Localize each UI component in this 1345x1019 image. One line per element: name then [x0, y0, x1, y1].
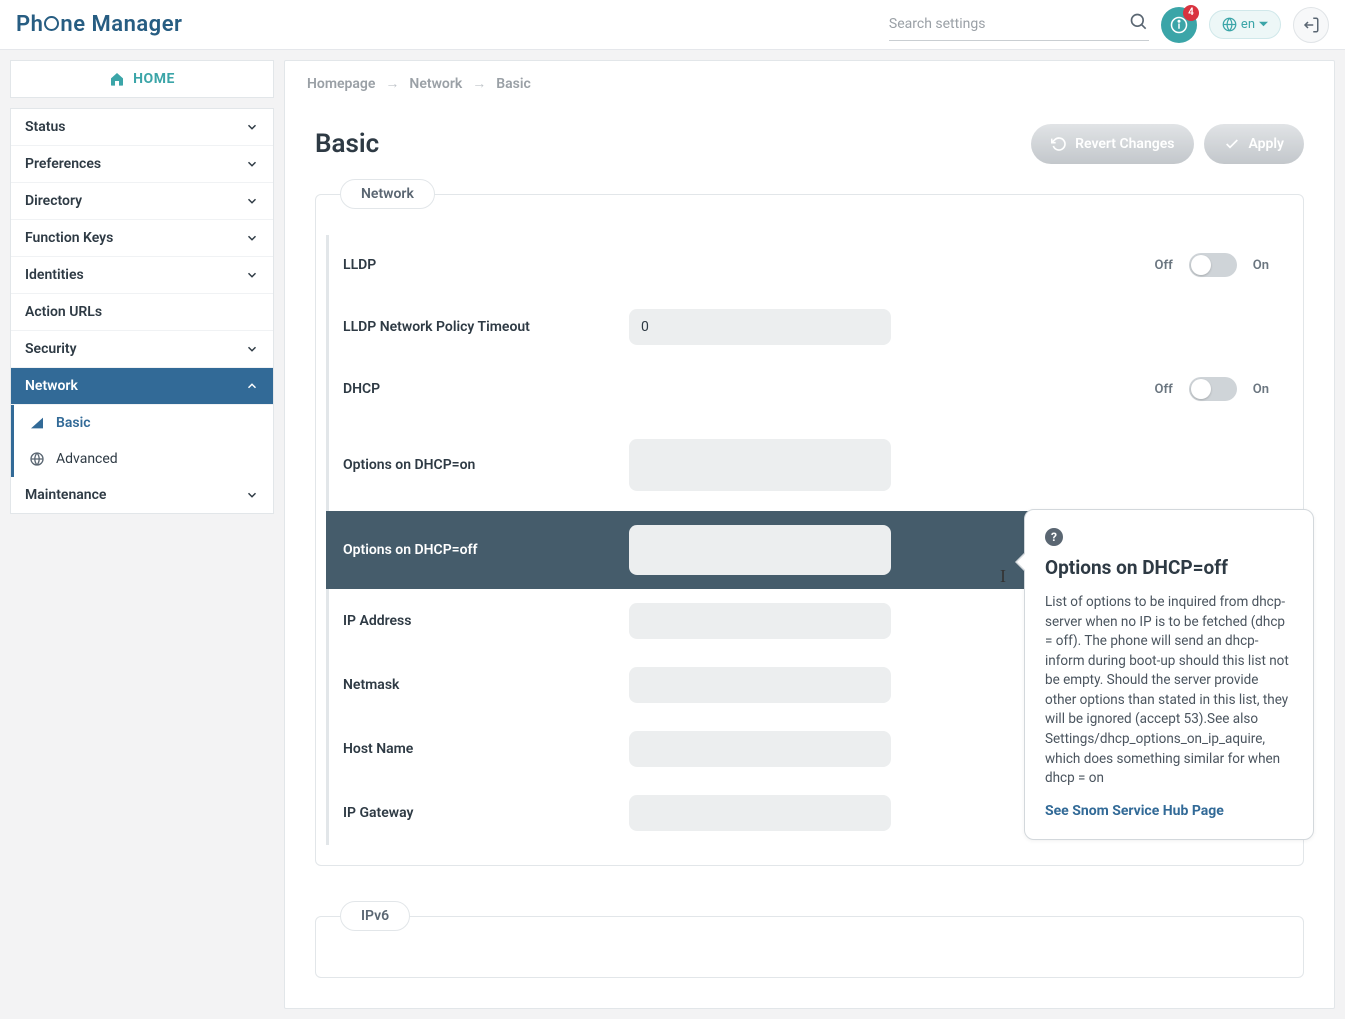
ip-gateway-input[interactable]: [629, 795, 891, 831]
chevron-down-icon: [1259, 20, 1268, 29]
ip-address-input[interactable]: [629, 603, 891, 639]
tooltip-title: Options on DHCP=off: [1045, 556, 1293, 579]
ip-address-label: IP Address: [329, 613, 629, 629]
chevron-down-icon: [245, 488, 259, 502]
dhcp-label: DHCP: [329, 381, 629, 397]
help-icon: ?: [1045, 528, 1063, 546]
chevron-down-icon: [245, 120, 259, 134]
options-dhcp-on-label: Options on DHCP=on: [329, 457, 629, 473]
sidebar-item-function-keys[interactable]: Function Keys: [11, 220, 273, 257]
breadcrumb-homepage[interactable]: Homepage: [307, 76, 375, 92]
netmask-label: Netmask: [329, 677, 629, 693]
hostname-label: Host Name: [329, 741, 629, 757]
check-icon: [1224, 136, 1240, 152]
sidebar-item-network[interactable]: Network: [11, 368, 273, 405]
options-dhcp-off-label: Options on DHCP=off: [329, 542, 629, 558]
logout-button[interactable]: [1293, 7, 1329, 43]
sidebar-item-action-urls[interactable]: Action URLs: [11, 294, 273, 331]
sidebar-subitem-advanced[interactable]: Advanced: [14, 441, 273, 477]
revert-changes-button[interactable]: Revert Changes: [1031, 124, 1194, 164]
sidebar-item-preferences[interactable]: Preferences: [11, 146, 273, 183]
search-icon[interactable]: [1129, 12, 1149, 36]
search-field[interactable]: [889, 8, 1149, 41]
panel-legend-ipv6: IPv6: [340, 901, 410, 931]
arrow-right-icon: →: [385, 75, 399, 92]
page-title: Basic: [315, 129, 379, 159]
search-input[interactable]: [889, 16, 1129, 32]
sidebar-item-status[interactable]: Status: [11, 109, 273, 146]
chevron-down-icon: [245, 194, 259, 208]
dhcp-on-label: On: [1253, 382, 1269, 397]
lldp-toggle[interactable]: [1189, 253, 1237, 277]
ip-gateway-label: IP Gateway: [329, 805, 629, 821]
apply-button[interactable]: Apply: [1204, 124, 1304, 164]
lldp-off-label: Off: [1155, 258, 1173, 273]
sidebar-item-identities[interactable]: Identities: [11, 257, 273, 294]
netmask-input[interactable]: [629, 667, 891, 703]
arrow-right-icon: →: [472, 75, 486, 92]
chevron-down-icon: [245, 342, 259, 356]
lldp-timeout-input[interactable]: [629, 309, 891, 345]
chevron-down-icon: [245, 157, 259, 171]
globe-icon: [28, 451, 46, 467]
sidebar-item-maintenance[interactable]: Maintenance: [11, 477, 273, 513]
breadcrumb: Homepage → Network → Basic: [285, 61, 1334, 106]
history-icon: [1051, 136, 1067, 152]
hostname-input[interactable]: [629, 731, 891, 767]
lldp-on-label: On: [1253, 258, 1269, 273]
tooltip-link[interactable]: See Snom Service Hub Page: [1045, 803, 1293, 819]
chevron-up-icon: [245, 379, 259, 393]
breadcrumb-basic[interactable]: Basic: [496, 76, 531, 92]
dhcp-toggle[interactable]: [1189, 377, 1237, 401]
sidebar-item-directory[interactable]: Directory: [11, 183, 273, 220]
home-button[interactable]: HOME: [10, 60, 274, 98]
tooltip-body: List of options to be inquired from dhcp…: [1045, 593, 1293, 789]
sidebar-item-security[interactable]: Security: [11, 331, 273, 368]
sidebar-nav: Status Preferences Directory Function Ke…: [10, 108, 274, 514]
language-label: en: [1241, 17, 1255, 32]
help-tooltip: ? Options on DHCP=off List of options to…: [1024, 509, 1314, 840]
lldp-label: LLDP: [329, 257, 629, 273]
lldp-timeout-label: LLDP Network Policy Timeout: [329, 319, 629, 335]
notification-badge: 4: [1183, 5, 1199, 21]
sidebar-subitem-basic[interactable]: Basic: [14, 405, 273, 441]
options-dhcp-on-input[interactable]: [629, 439, 891, 491]
ipv6-panel: IPv6: [315, 916, 1304, 978]
breadcrumb-network[interactable]: Network: [409, 76, 462, 92]
chevron-down-icon: [245, 268, 259, 282]
home-icon: [109, 71, 125, 87]
language-selector[interactable]: en: [1209, 10, 1281, 39]
options-dhcp-off-input[interactable]: [629, 525, 891, 575]
chevron-down-icon: [245, 231, 259, 245]
app-logo: Phne Manager: [16, 12, 182, 37]
signal-icon: [28, 415, 46, 431]
home-label: HOME: [133, 71, 175, 87]
info-button[interactable]: 4: [1161, 7, 1197, 43]
dhcp-off-label: Off: [1155, 382, 1173, 397]
panel-legend-network: Network: [340, 179, 435, 209]
